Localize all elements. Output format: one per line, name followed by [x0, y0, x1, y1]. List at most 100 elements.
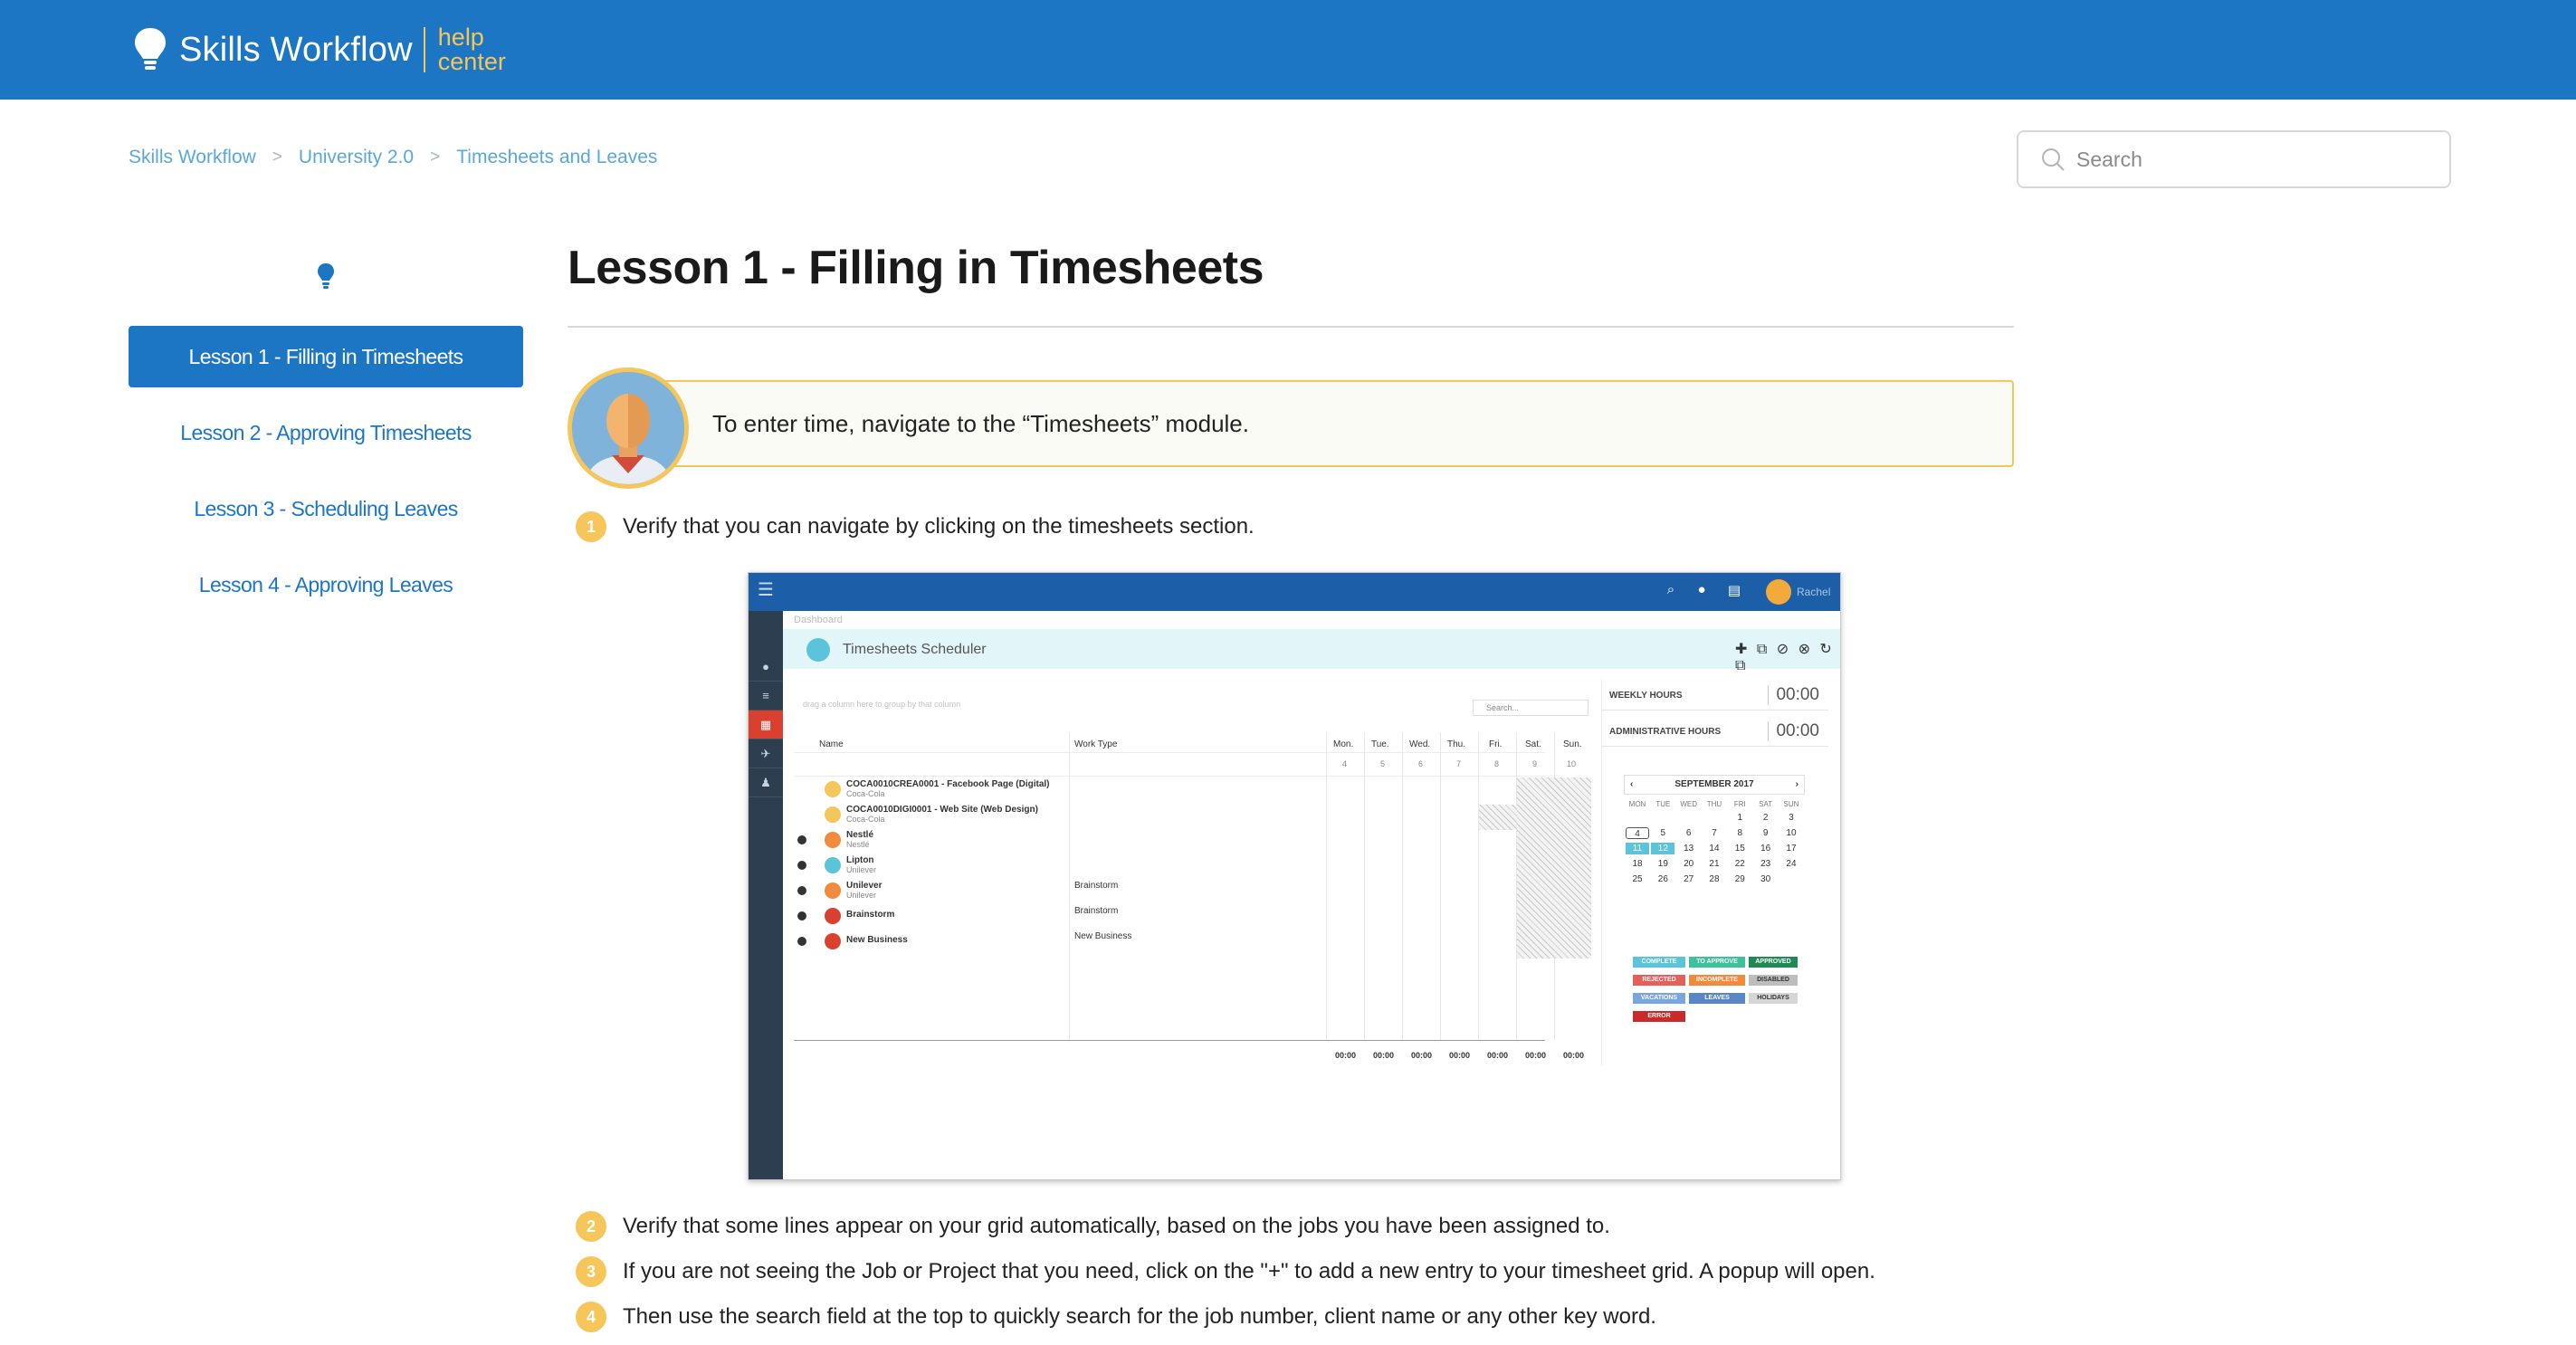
- calendar-day[interactable]: [1677, 812, 1701, 824]
- calendar-day[interactable]: 10: [1779, 827, 1803, 839]
- calendar-day[interactable]: 15: [1728, 843, 1751, 854]
- calendar-day[interactable]: 25: [1626, 873, 1649, 885]
- calendar-day[interactable]: 9: [1754, 827, 1778, 839]
- day-label: Sat.: [1525, 739, 1541, 749]
- collapse-icon[interactable]: [797, 911, 806, 921]
- weekday: THU: [1706, 800, 1722, 808]
- chat-icon: ▤: [1727, 583, 1741, 598]
- calendar-day[interactable]: 22: [1728, 858, 1751, 870]
- calendar-day[interactable]: 26: [1651, 873, 1674, 885]
- calendar-day[interactable]: [1779, 873, 1803, 885]
- day-total: 00:00: [1335, 1051, 1357, 1060]
- timesheets-screenshot: ☰ ⌕ ● ▤ Rachel ● ≡ ▦ ✈ ♟ Dashboard Times…: [748, 572, 1841, 1180]
- row-name: Nestlé: [846, 830, 874, 840]
- calendar-day[interactable]: 1: [1728, 812, 1751, 824]
- day-label: Fri.: [1489, 739, 1503, 749]
- breadcrumb-separator: >: [272, 148, 282, 167]
- day-total: 00:00: [1411, 1051, 1433, 1060]
- calendar-day[interactable]: 17: [1779, 843, 1803, 854]
- mini-calendar: ‹ SEPTEMBER 2017 › MON TUE WED THU FRI S…: [1624, 775, 1805, 885]
- day-number: 7: [1456, 759, 1462, 768]
- day-total: 00:00: [1449, 1051, 1471, 1060]
- weekday: WED: [1680, 800, 1697, 808]
- calendar-weekdays: MON TUE WED THU FRI SAT SUN: [1624, 795, 1805, 808]
- row-name: Unilever: [846, 881, 883, 891]
- row-client: Nestlé: [846, 840, 870, 849]
- calendar-day[interactable]: 8: [1728, 827, 1751, 839]
- help-center-line2: center: [437, 48, 506, 75]
- brand-name: Skills Workflow: [179, 30, 413, 69]
- calendar-day[interactable]: 16: [1754, 843, 1778, 854]
- sidebar-item-lesson-4[interactable]: Lesson 4 - Approving Leaves: [129, 554, 523, 615]
- weekday: FRI: [1733, 800, 1746, 808]
- calendar-day[interactable]: 3: [1779, 812, 1803, 824]
- sidebar-item-lesson-1[interactable]: Lesson 1 - Filling in Timesheets: [129, 326, 523, 387]
- collapse-icon[interactable]: [797, 861, 806, 870]
- collapse-icon[interactable]: [797, 835, 806, 844]
- calendar-week: 1 2 3: [1624, 808, 1805, 824]
- sidebar-item-lesson-2[interactable]: Lesson 2 - Approving Timesheets: [129, 402, 523, 463]
- pin-icon: ●: [749, 653, 783, 682]
- calendar-day[interactable]: 11: [1626, 843, 1649, 854]
- step-number: 1: [576, 511, 606, 542]
- page-title: Lesson 1 - Filling in Timesheets: [568, 242, 1264, 294]
- calendar-day[interactable]: 24: [1779, 858, 1803, 870]
- grid-line: [1326, 732, 1327, 1040]
- calendar-day[interactable]: 2: [1754, 812, 1778, 824]
- calendar-day[interactable]: 23: [1754, 858, 1778, 870]
- calendar-week: 4 5 6 7 8 9 10: [1624, 824, 1805, 839]
- row-color-dot: [825, 857, 841, 873]
- calendar-day[interactable]: 29: [1728, 873, 1751, 885]
- calendar-day[interactable]: 27: [1677, 873, 1701, 885]
- chevron-right-icon[interactable]: ›: [1796, 776, 1798, 794]
- bell-icon: ●: [1697, 582, 1706, 597]
- calendar-day[interactable]: 18: [1626, 858, 1649, 870]
- calendar-day[interactable]: 28: [1703, 873, 1726, 885]
- calendar-day[interactable]: [1703, 812, 1726, 824]
- step-2: 2 Verify that some lines appear on your …: [576, 1211, 1610, 1242]
- step-3: 3 If you are not seeing the Job or Proje…: [576, 1256, 1875, 1287]
- step-number: 2: [576, 1211, 606, 1242]
- admin-hours-row: ADMINISTRATIVE HOURS 00:00: [1602, 716, 1828, 747]
- app-topbar: ☰ ⌕ ● ▤ Rachel: [749, 573, 1840, 611]
- collapse-icon[interactable]: [797, 937, 806, 946]
- row-name: COCA0010DIGI0001 - Web Site (Web Design): [846, 805, 1038, 815]
- chevron-left-icon[interactable]: ‹: [1630, 776, 1633, 794]
- day-label: Tue.: [1371, 739, 1389, 749]
- sidebar-item-lesson-3[interactable]: Lesson 3 - Scheduling Leaves: [129, 478, 523, 539]
- calendar-day[interactable]: 21: [1703, 858, 1726, 870]
- breadcrumb: Skills Workflow > University 2.0 > Times…: [129, 147, 657, 168]
- calendar-day[interactable]: 12: [1651, 843, 1675, 854]
- day-number: 6: [1418, 759, 1424, 768]
- search-input[interactable]: [2076, 147, 2420, 172]
- calendar-day[interactable]: 4: [1626, 827, 1649, 839]
- calendar-day[interactable]: 5: [1651, 827, 1674, 839]
- calendar-day[interactable]: 7: [1703, 827, 1726, 839]
- brand-logo[interactable]: Skills Workflow help center: [132, 22, 506, 78]
- calendar-day[interactable]: 14: [1703, 843, 1726, 854]
- top-header: Skills Workflow help center: [0, 0, 2576, 100]
- grid-line: [794, 1040, 1545, 1041]
- breadcrumb-skills-workflow[interactable]: Skills Workflow: [129, 147, 256, 168]
- calendar-day[interactable]: [1651, 812, 1674, 824]
- brand-divider: [423, 27, 425, 72]
- calendar-day[interactable]: 19: [1651, 858, 1674, 870]
- calendar-day[interactable]: 13: [1677, 843, 1701, 854]
- calendar-day[interactable]: 20: [1677, 858, 1701, 870]
- grid-line: [1402, 732, 1403, 1040]
- collapse-icon[interactable]: [797, 886, 806, 895]
- grid-line: [1440, 732, 1441, 1040]
- weekly-hours-row: WEEKLY HOURS 00:00: [1602, 680, 1828, 711]
- calendar-day[interactable]: 6: [1677, 827, 1701, 839]
- grid-line: [794, 752, 1545, 753]
- calendar-day[interactable]: [1626, 812, 1649, 824]
- legend-holidays: HOLIDAYS: [1749, 993, 1798, 1004]
- breadcrumb-university[interactable]: University 2.0: [299, 147, 414, 168]
- weekend-hatch: [1479, 805, 1517, 830]
- row-client: Unilever: [846, 865, 877, 874]
- search-box[interactable]: [2017, 130, 2451, 188]
- grid-line: [1364, 732, 1365, 1040]
- grid-search: Search...: [1473, 700, 1589, 716]
- breadcrumb-timesheets-leaves[interactable]: Timesheets and Leaves: [456, 147, 657, 168]
- calendar-day[interactable]: 30: [1754, 873, 1778, 885]
